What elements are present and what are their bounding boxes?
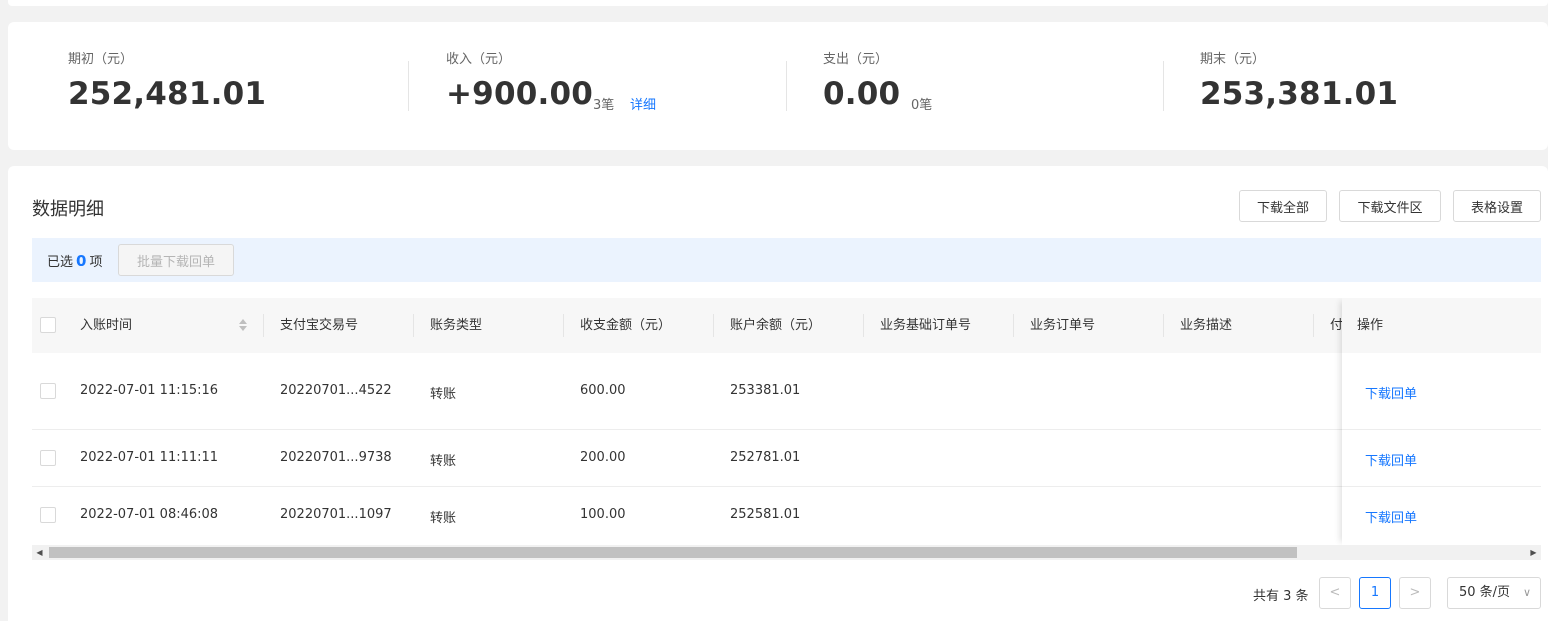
- column-separator: [563, 314, 564, 337]
- chevron-right-icon: >: [1409, 585, 1421, 600]
- page-size-select[interactable]: 50 条/页 ∨: [1447, 577, 1541, 609]
- scroll-left-arrow-icon[interactable]: ◀: [32, 545, 47, 560]
- cell-trade-no: 20220701...4522: [280, 383, 392, 398]
- top-card-edge: [8, 0, 1548, 6]
- cell-balance: 252581.01: [730, 507, 801, 522]
- column-header: 业务基础订单号: [880, 318, 972, 333]
- chevron-down-icon: ∨: [1522, 586, 1531, 599]
- table-row: 2022-07-01 11:11:11 20220701...9738 转账 2…: [32, 430, 1541, 487]
- cell-amount: 200.00: [580, 450, 626, 465]
- cell-trade-no: 20220701...1097: [280, 507, 392, 522]
- page-1-button[interactable]: 1: [1359, 577, 1391, 609]
- stat-income-value: +900.00: [446, 76, 594, 112]
- selection-prefix: 已选: [47, 255, 74, 270]
- stat-divider: [1163, 61, 1164, 111]
- column-separator: [263, 314, 264, 337]
- stat-closing-label: 期末（元）: [1200, 52, 1266, 67]
- download-receipt-link[interactable]: 下载回单: [1365, 450, 1417, 469]
- row-separator: [1342, 486, 1541, 487]
- cell-type: 转账: [430, 511, 457, 526]
- income-detail-link[interactable]: 详细: [630, 94, 656, 113]
- stat-income-count: 3笔: [593, 98, 615, 113]
- cell-amount: 600.00: [580, 383, 626, 398]
- row-checkbox[interactable]: [40, 383, 56, 399]
- cell-amount: 100.00: [580, 507, 626, 522]
- column-header: 业务订单号: [1030, 318, 1096, 333]
- column-separator: [713, 314, 714, 337]
- stat-divider: [408, 61, 409, 111]
- column-header[interactable]: 入账时间: [80, 298, 132, 353]
- column-header: 账户余额（元）: [730, 318, 822, 333]
- cell-time: 2022-07-01 11:15:16: [80, 383, 219, 398]
- selection-suffix: 项: [89, 255, 103, 270]
- transactions-table: 入账时间 支付宝交易号 账务类型 收支金额（元） 账户余额（元） 业务基础订单号…: [32, 298, 1541, 560]
- cell-time: 2022-07-01 08:46:08: [80, 507, 219, 522]
- horizontal-scrollbar[interactable]: ◀ ▶: [32, 545, 1541, 560]
- summary-card: 期初（元） 252,481.01 收入（元） +900.00 3笔 详细 支出（…: [8, 22, 1548, 150]
- page-size-value: 50 条/页: [1459, 585, 1511, 600]
- column-header: 收支金额（元）: [580, 318, 672, 333]
- next-page-button[interactable]: >: [1399, 577, 1431, 609]
- download-area-button[interactable]: 下载文件区: [1339, 190, 1441, 222]
- table-header: 入账时间 支付宝交易号 账务类型 收支金额（元） 账户余额（元） 业务基础订单号…: [32, 298, 1541, 353]
- column-separator: [1163, 314, 1164, 337]
- selection-summary: 已选 0 项: [47, 251, 102, 270]
- data-detail-panel: 数据明细 下载全部 下载文件区 表格设置 已选 0 项 批量下载回单 入账时间 支付…: [8, 166, 1548, 621]
- pagination-total: 共有 3 条: [1253, 589, 1309, 604]
- download-all-button[interactable]: 下载全部: [1239, 190, 1327, 222]
- column-separator: [1313, 314, 1314, 337]
- selection-count: 0: [76, 252, 87, 270]
- cell-type: 转账: [430, 387, 457, 402]
- cell-time: 2022-07-01 11:11:11: [80, 450, 219, 465]
- cell-trade-no: 20220701...9738: [280, 450, 392, 465]
- scrollbar-thumb[interactable]: [49, 547, 1297, 558]
- panel-title: 数据明细: [32, 199, 104, 220]
- column-header: 账务类型: [430, 318, 483, 333]
- sort-icon[interactable]: [238, 298, 252, 353]
- cell-balance: 252781.01: [730, 450, 801, 465]
- download-receipt-link[interactable]: 下载回单: [1365, 507, 1417, 526]
- batch-download-receipt-button[interactable]: 批量下载回单: [118, 244, 234, 276]
- row-checkbox[interactable]: [40, 450, 56, 466]
- download-receipt-link[interactable]: 下载回单: [1365, 383, 1417, 402]
- column-header: 支付宝交易号: [280, 318, 359, 333]
- fixed-action-column: 操作 下载回单 下载回单 下载回单: [1342, 298, 1541, 545]
- stat-expense-value: 0.00: [823, 76, 901, 112]
- column-separator: [1013, 314, 1014, 337]
- select-all-checkbox[interactable]: [40, 317, 56, 333]
- row-separator: [1342, 429, 1541, 430]
- stat-expense-label: 支出（元）: [823, 52, 889, 67]
- action-column-header: 操作: [1342, 298, 1541, 353]
- stat-expense-count: 0笔: [911, 98, 933, 113]
- column-separator: [413, 314, 414, 337]
- chevron-left-icon: <: [1329, 585, 1341, 600]
- stat-opening-value: 252,481.01: [68, 76, 267, 112]
- row-checkbox[interactable]: [40, 507, 56, 523]
- table-settings-button[interactable]: 表格设置: [1453, 190, 1541, 222]
- table-row: 2022-07-01 11:15:16 20220701...4522 转账 6…: [32, 353, 1541, 430]
- stat-divider: [786, 61, 787, 111]
- table-row: 2022-07-01 08:46:08 20220701...1097 转账 1…: [32, 487, 1541, 545]
- stat-income-label: 收入（元）: [446, 52, 512, 67]
- stat-closing-value: 253,381.01: [1200, 76, 1399, 112]
- column-separator: [863, 314, 864, 337]
- prev-page-button[interactable]: <: [1319, 577, 1351, 609]
- stat-opening-label: 期初（元）: [68, 52, 134, 67]
- column-header: 业务描述: [1180, 318, 1233, 333]
- cell-balance: 253381.01: [730, 383, 801, 398]
- cell-type: 转账: [430, 454, 457, 469]
- selection-bar: 已选 0 项 批量下载回单: [32, 238, 1541, 282]
- scroll-right-arrow-icon[interactable]: ▶: [1526, 545, 1541, 560]
